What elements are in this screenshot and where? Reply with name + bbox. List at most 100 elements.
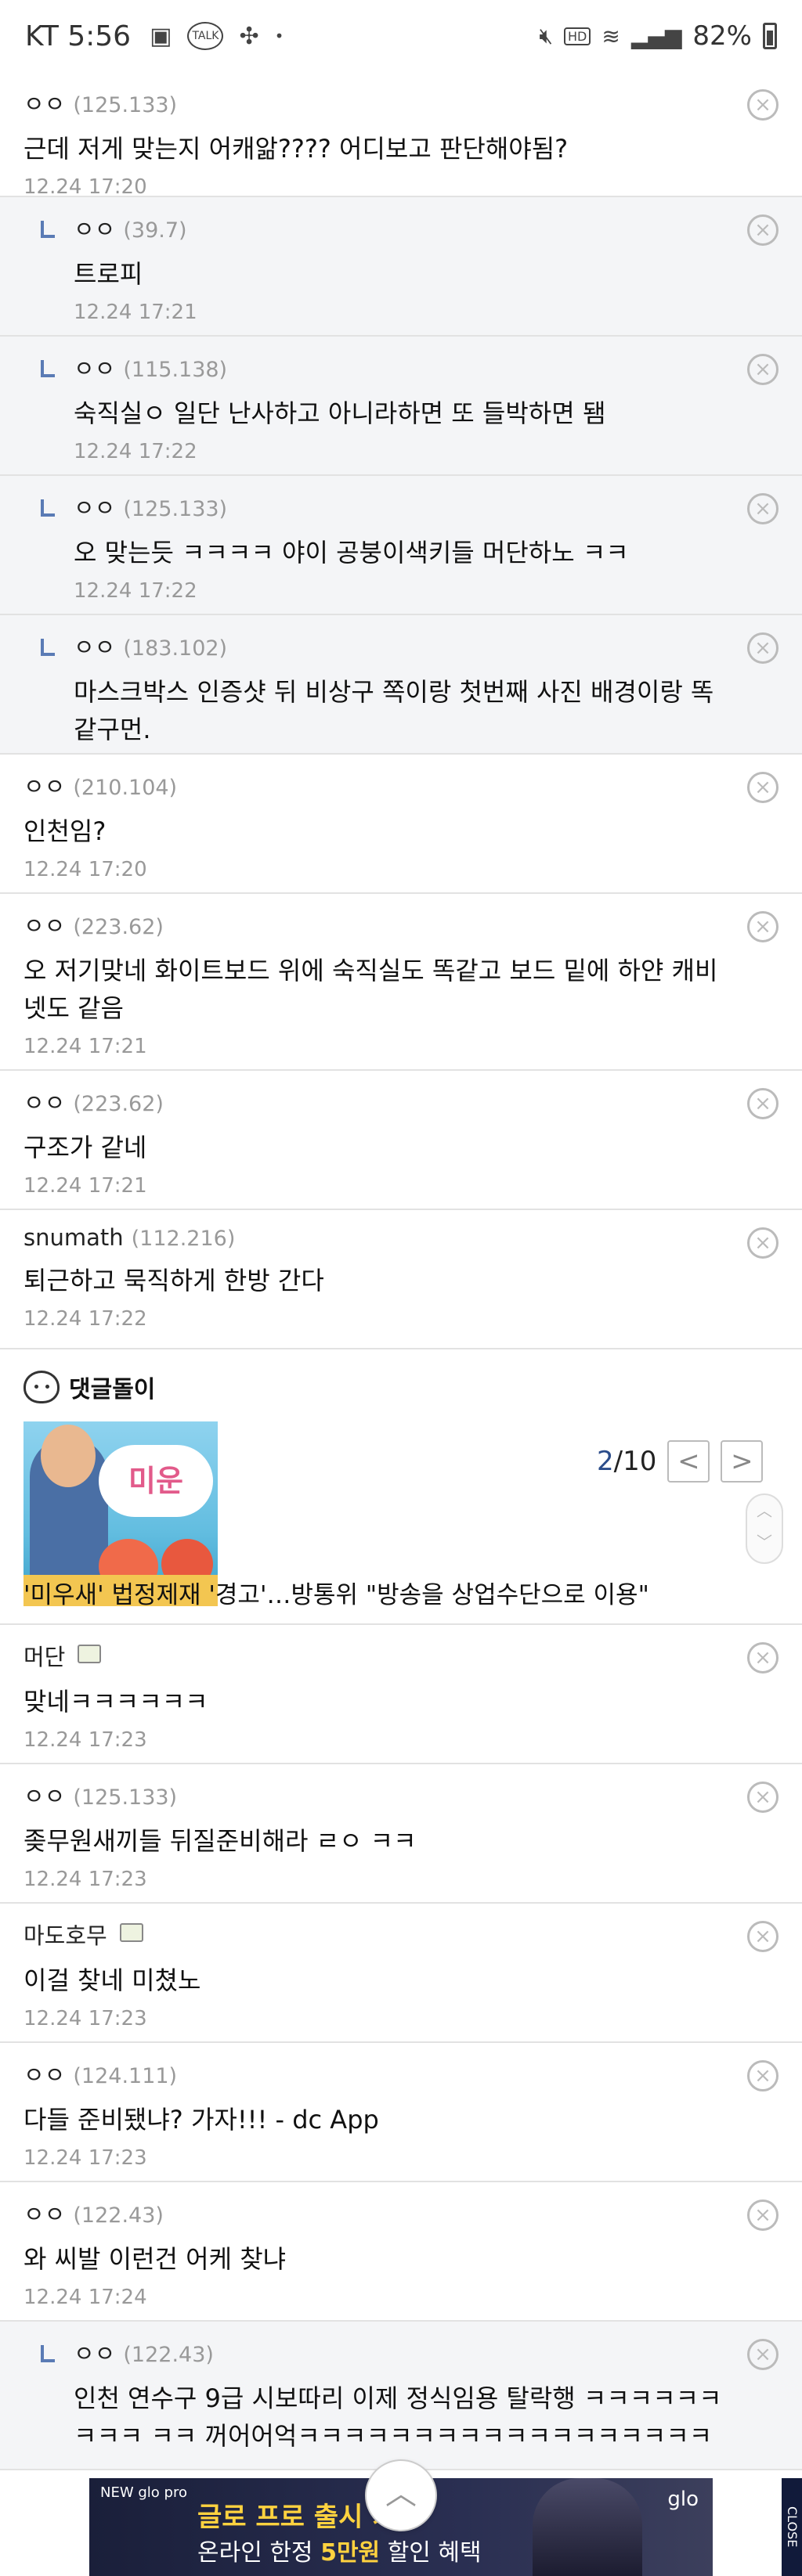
comment-meta: ㅇㅇ (183.102) (74, 629, 732, 662)
comment-nickname[interactable]: ㅇㅇ (74, 2336, 115, 2369)
ad-close-button[interactable]: CLOSE (782, 2478, 802, 2576)
comment-nickname[interactable]: ㅇㅇ (23, 2057, 65, 2090)
comment-bot-card: 댓글돌이 미운 2/10 < > ︿ ﹀ '미우새' 법정제재 '경고'…방통위 … (0, 1349, 802, 1625)
comment-time: 12.24 17:23 (23, 2146, 147, 2170)
prev-button[interactable]: < (667, 1440, 710, 1483)
comment-bot-title: 댓글돌이 (69, 1376, 156, 1403)
comment-meta: ㅇㅇ (122.43) (74, 2336, 732, 2369)
comment-time: 12.24 17:22 (74, 440, 197, 463)
battery-percent: 82% (692, 20, 752, 52)
reply-arrow-icon (41, 499, 55, 517)
gallery-icon: ▣ (150, 22, 172, 50)
comment-ip: (115.138) (123, 358, 228, 382)
comment-ip: (124.111) (73, 2064, 178, 2088)
comment-meta: ㅇㅇ (125.133) (23, 1778, 732, 1811)
delete-icon[interactable]: × (747, 632, 779, 664)
comment-ip: (39.7) (123, 218, 187, 243)
comment-text: 마스크박스 인증샷 뒤 비상구 쪽이랑 첫번째 사진 배경이랑 똑같구먼. (74, 677, 714, 744)
delete-icon[interactable]: × (747, 2200, 779, 2231)
comment-nickname[interactable]: ㅇㅇ (74, 211, 115, 244)
comment-nickname[interactable]: snumath (23, 1224, 124, 1251)
comment-text: 와 씨발 이런건 어케 찾냐 (23, 2244, 287, 2274)
gallog-badge-icon (78, 1645, 102, 1663)
reply-comment: ㅇㅇ (122.43) 인천 연수구 9급 시보따리 이제 정식임용 탈락행 ㅋㅋㅋ… (0, 2322, 802, 2470)
reply-comment: ㅇㅇ (39.7) 트로피 12.24 17:21 × (0, 197, 802, 337)
comment-nickname[interactable]: ㅇㅇ (23, 908, 65, 941)
ad-person-image (533, 2478, 642, 2576)
delete-icon[interactable]: × (747, 2339, 779, 2370)
comment-text: 숙직실ㅇ 일단 난사하고 아니라하면 또 들박하면 됌 (74, 398, 606, 428)
comment-time: 12.24 17:20 (23, 858, 147, 881)
comment-text: 다들 준비됐냐? 가자!!! - dc App (23, 2105, 379, 2135)
comment: ㅇㅇ (210.104) 인천임? 12.24 17:20 × (0, 755, 802, 894)
comment-text: 트로피 (74, 259, 143, 289)
comment-text: 이걸 찾네 미쳤노 (23, 1965, 201, 1995)
bot-scroll-handle[interactable]: ︿ ﹀ (746, 1493, 783, 1564)
status-bar: KT 5:56 ▣ TALK ✣ • 🔇︎ HD ≋ ▂▄▆ 82% (0, 0, 802, 72)
delete-icon[interactable]: × (747, 911, 779, 942)
comment: 마도호무이걸 찾네 미쳤노 12.24 17:23 × (0, 1904, 802, 2043)
comment-ip: (223.62) (73, 915, 164, 939)
comment-nickname[interactable]: ㅇㅇ (23, 769, 65, 802)
comment: ㅇㅇ (125.133) 근데 저게 맞는지 어캐앎???? 어디보고 판단해야됨?… (0, 72, 802, 199)
comment: ㅇㅇ (122.43) 와 씨발 이런건 어케 찾냐 12.24 17:24 × (0, 2182, 802, 2322)
dot-icon: • (274, 27, 284, 45)
comment-nickname[interactable]: ㅇㅇ (23, 2196, 65, 2229)
comment: ㅇㅇ (124.111) 다들 준비됐냐? 가자!!! - dc App 12.24 … (0, 2043, 802, 2182)
comment-time: 12.24 17:22 (74, 579, 197, 603)
comment-meta: ㅇㅇ (223.62) (23, 1085, 732, 1118)
delete-icon[interactable]: × (747, 1921, 779, 1952)
ad-logo: glo (667, 2488, 699, 2511)
scroll-top-button[interactable]: ︿ (365, 2459, 437, 2531)
news-headline[interactable]: '미우새' 법정제재 '경고'…방통위 "방송을 상업수단으로 이용" (23, 1575, 649, 1610)
delete-icon[interactable]: × (747, 1642, 779, 1673)
delete-icon[interactable]: × (747, 1227, 779, 1259)
ad-sub-suffix: 할인 혜택 (380, 2539, 482, 2567)
comment-nickname[interactable]: ㅇㅇ (74, 351, 115, 384)
comment-nickname[interactable]: ㅇㅇ (23, 86, 65, 119)
comment-time: 12.24 17:21 (23, 1035, 147, 1058)
next-button[interactable]: > (721, 1440, 764, 1483)
comment-text: 맞네ㅋㅋㅋㅋㅋㅋ (23, 1687, 208, 1717)
comment-text: 퇴근하고 묵직하게 한방 간다 (23, 1266, 324, 1295)
ad-price: 5만원 (320, 2539, 381, 2567)
comment-meta: ㅇㅇ (124.111) (23, 2057, 732, 2090)
comment-time: 12.24 17:20 (23, 175, 147, 199)
comment-text: 오 저기맞네 화이트보드 위에 숙직실도 똑같고 보드 밑에 하얀 캐비넷도 같… (23, 956, 718, 1023)
signal-icon: ▂▄▆ (630, 23, 682, 49)
gallog-badge-icon (119, 1923, 143, 1942)
ad-sub-prefix: 온라인 한정 (197, 2539, 321, 2567)
delete-icon[interactable]: × (747, 1088, 779, 1119)
comment-nickname[interactable]: ㅇㅇ (74, 490, 115, 523)
comment: ㅇㅇ (125.133) 좆무원새끼들 뒤질준비해라 ㄹㅇ ㅋㅋ 12.24 17:2… (0, 1764, 802, 1904)
delete-icon[interactable]: × (747, 89, 779, 121)
comment-nickname[interactable]: 머단 (23, 1639, 65, 1672)
delete-icon[interactable]: × (747, 214, 779, 246)
comment-meta: ㅇㅇ (39.7) (74, 211, 732, 244)
ad-brand: NEW glo pro (100, 2484, 187, 2501)
comment-time: 12.24 17:23 (23, 2007, 147, 2030)
delete-icon[interactable]: × (747, 1782, 779, 1813)
comment-time: 12.24 17:21 (74, 301, 197, 324)
comment-nickname[interactable]: ㅇㅇ (23, 1778, 65, 1811)
delete-icon[interactable]: × (747, 772, 779, 803)
ad-subtitle: 온라인 한정 5만원 할인 혜택 (197, 2533, 482, 2567)
reply-arrow-icon (41, 639, 55, 656)
comment-ip: (122.43) (123, 2343, 214, 2367)
comment-ip: (122.43) (73, 2203, 164, 2228)
delete-icon[interactable]: × (747, 493, 779, 524)
comment-list: ㅇㅇ (125.133) 근데 저게 맞는지 어캐앎???? 어디보고 판단해야됨?… (0, 72, 802, 2470)
comment-ip: (210.104) (73, 776, 178, 800)
comment-text: 인천 연수구 9급 시보따리 이제 정식임용 탈락행 ㅋㅋㅋㅋㅋㅋㅋㅋㅋ ㅋㅋ … (74, 2383, 722, 2451)
comment-text: 근데 저게 맞는지 어캐앎???? 어디보고 판단해야됨? (23, 134, 569, 164)
comment-nickname[interactable]: ㅇㅇ (23, 1085, 65, 1118)
delete-icon[interactable]: × (747, 2060, 779, 2091)
comment-meta: ㅇㅇ (210.104) (23, 769, 732, 802)
reply-arrow-icon (41, 2345, 55, 2362)
comment-nickname[interactable]: ㅇㅇ (74, 629, 115, 662)
comment: snumath (112.216) 퇴근하고 묵직하게 한방 간다 12.24 17:… (0, 1210, 802, 1349)
comment-time: 12.24 17:21 (23, 1174, 147, 1198)
comment-time: 12.24 17:23 (23, 1868, 147, 1891)
comment-nickname[interactable]: 마도호무 (23, 1918, 107, 1951)
delete-icon[interactable]: × (747, 354, 779, 385)
